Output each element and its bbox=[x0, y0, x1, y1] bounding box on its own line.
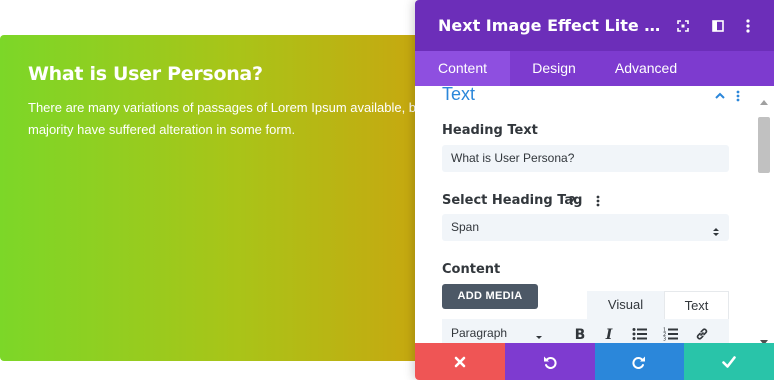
heading-text-input[interactable]: What is User Persona? bbox=[442, 145, 729, 172]
svg-text:3: 3 bbox=[663, 337, 666, 342]
field-options-icon[interactable] bbox=[590, 193, 606, 209]
builder-canvas: What is User Persona? There are many var… bbox=[0, 0, 774, 380]
editor-tab-text[interactable]: Text bbox=[664, 291, 729, 319]
undo-button[interactable] bbox=[504, 343, 595, 380]
tab-advanced[interactable]: Advanced bbox=[598, 51, 694, 86]
editor-toolbar: Paragraph B I 1 2 3 bbox=[442, 319, 729, 343]
panel-footer bbox=[415, 343, 774, 380]
settings-content: Text Heading Text What is User Persona? … bbox=[415, 86, 774, 343]
preview-paragraph-line: There are many variations of passages of… bbox=[28, 100, 418, 115]
cancel-button[interactable] bbox=[415, 343, 505, 380]
tab-content[interactable]: Content bbox=[415, 51, 510, 86]
scroll-up-icon[interactable] bbox=[760, 92, 768, 110]
redo-icon bbox=[632, 356, 646, 369]
heading-tag-value: Span bbox=[451, 220, 480, 234]
preview-paragraph: There are many variations of passages of… bbox=[28, 97, 418, 141]
preview-heading: What is User Persona? bbox=[28, 63, 263, 85]
preview-paragraph-line: majority have suffered alteration in som… bbox=[28, 122, 296, 137]
check-icon bbox=[722, 355, 736, 368]
heading-text-label: Heading Text bbox=[442, 123, 538, 138]
scroll-down-icon[interactable] bbox=[760, 332, 768, 343]
heading-tag-select[interactable]: Span bbox=[442, 214, 729, 241]
help-icon[interactable]: ? bbox=[564, 193, 580, 209]
redo-button[interactable] bbox=[594, 343, 685, 380]
svg-text:?: ? bbox=[569, 194, 576, 208]
svg-text:I: I bbox=[605, 327, 613, 341]
more-options-icon[interactable] bbox=[739, 17, 757, 35]
select-arrows-icon bbox=[712, 221, 720, 248]
heading-tag-label: Select Heading Tag bbox=[442, 193, 583, 208]
panel-title: Next Image Effect Lite Settings bbox=[438, 16, 666, 35]
close-icon bbox=[454, 356, 466, 367]
caret-down-icon[interactable] bbox=[535, 328, 543, 343]
add-media-button[interactable]: ADD MEDIA bbox=[442, 284, 538, 309]
preview-module[interactable]: What is User Persona? There are many var… bbox=[0, 35, 430, 361]
link-icon[interactable] bbox=[693, 325, 711, 343]
svg-text:B: B bbox=[575, 327, 586, 341]
scrollbar-thumb[interactable] bbox=[758, 117, 770, 173]
chevron-up-icon[interactable] bbox=[714, 89, 728, 103]
tab-design[interactable]: Design bbox=[510, 51, 598, 86]
fullscreen-icon[interactable] bbox=[674, 17, 692, 35]
settings-panel: Next Image Effect Lite Settings bbox=[415, 0, 774, 380]
panel-header[interactable]: Next Image Effect Lite Settings bbox=[415, 0, 774, 51]
bold-icon[interactable]: B bbox=[571, 325, 589, 343]
save-button[interactable] bbox=[684, 343, 774, 380]
section-title-text[interactable]: Text bbox=[442, 86, 475, 105]
italic-icon[interactable]: I bbox=[600, 325, 618, 343]
bullet-list-icon[interactable] bbox=[631, 325, 649, 343]
format-select[interactable]: Paragraph bbox=[451, 326, 507, 340]
content-label: Content bbox=[442, 262, 501, 277]
undo-icon bbox=[543, 356, 557, 369]
section-more-icon[interactable] bbox=[736, 89, 746, 103]
numbered-list-icon[interactable]: 1 2 3 bbox=[662, 325, 680, 343]
settings-tabs: Content Design Advanced bbox=[415, 51, 774, 86]
split-view-icon[interactable] bbox=[709, 17, 727, 35]
panel-scrollbar[interactable] bbox=[757, 86, 771, 343]
editor-tab-visual[interactable]: Visual bbox=[587, 291, 664, 319]
